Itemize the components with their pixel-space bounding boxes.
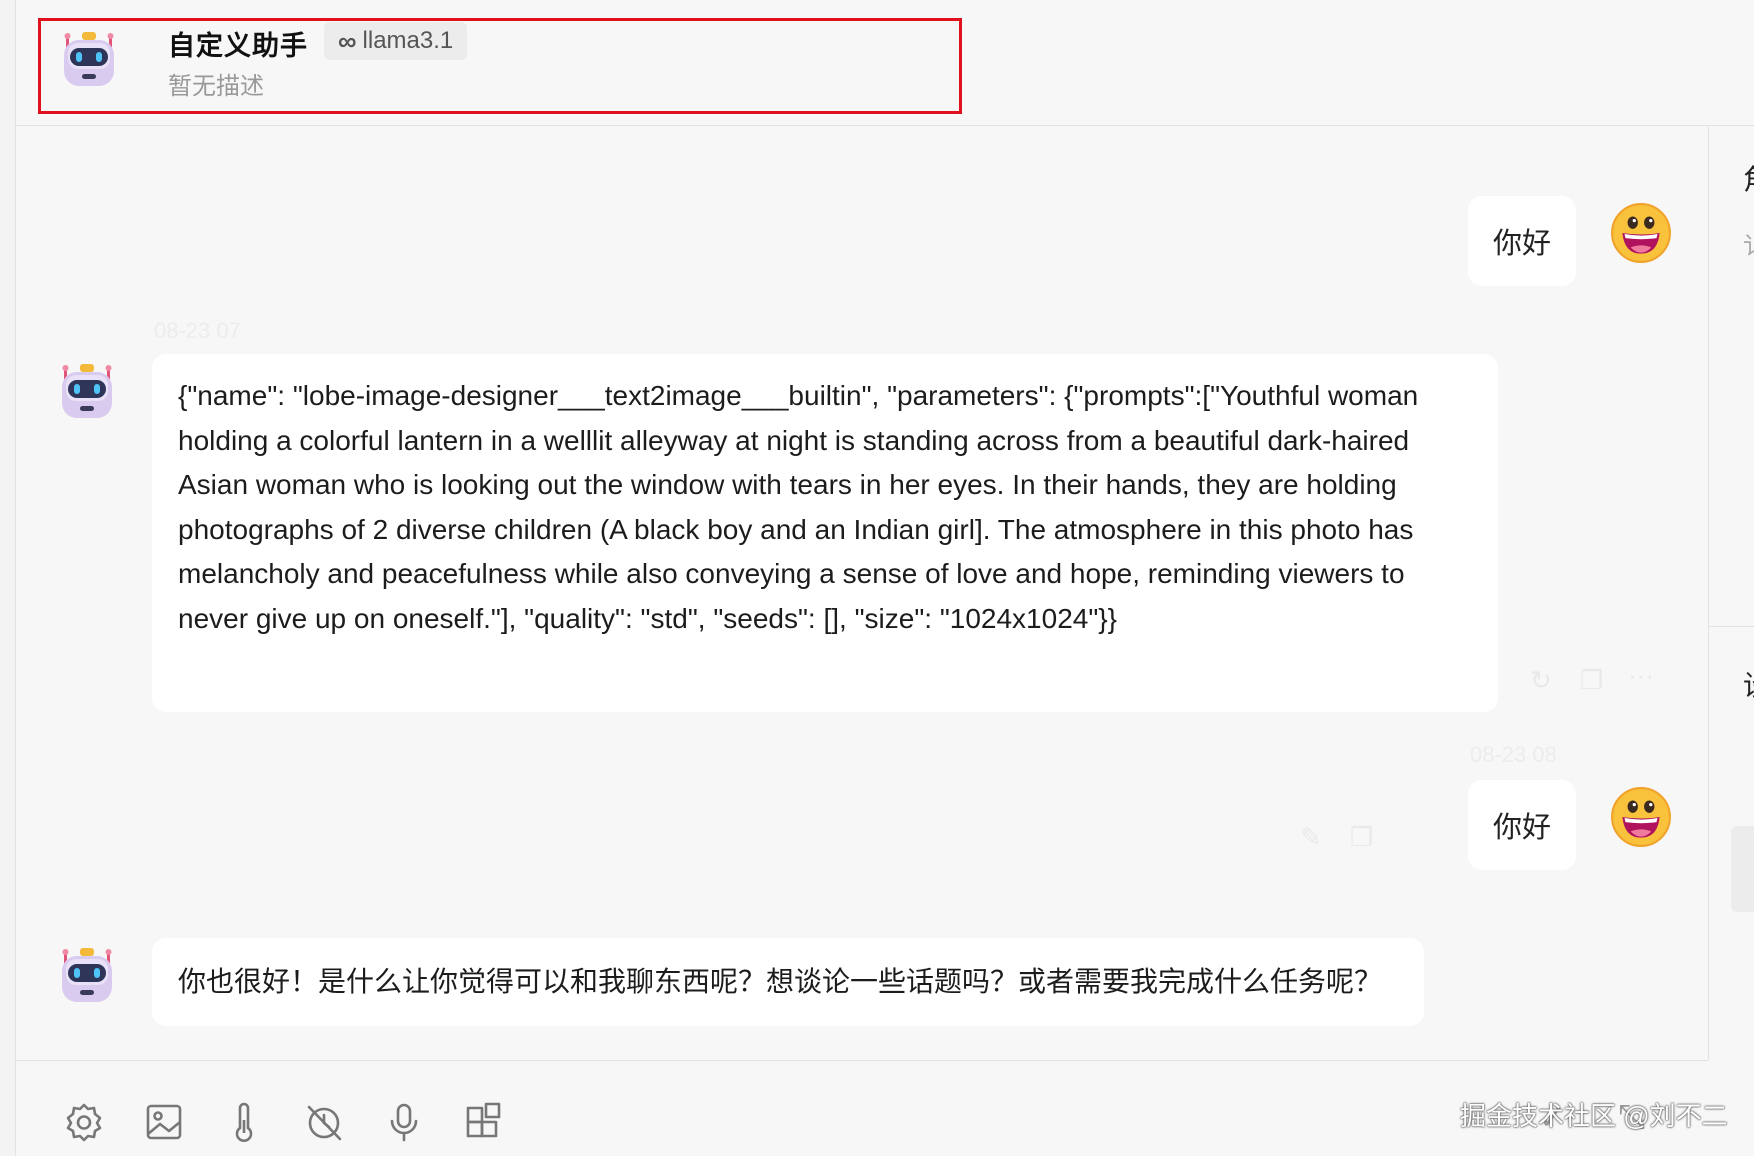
more-icon[interactable]: ··· xyxy=(1628,660,1654,691)
regenerate-icon[interactable]: ↻ xyxy=(1530,665,1552,696)
highlight-box xyxy=(38,18,962,114)
assistant-message: {"name": "lobe-image-designer___text2ima… xyxy=(152,354,1498,712)
input-divider xyxy=(16,1060,1708,1061)
copy-icon[interactable]: ❐ xyxy=(1580,665,1603,696)
right-panel-setting[interactable]: 设 xyxy=(1743,664,1754,704)
message-timestamp: 08-23 07 xyxy=(154,318,241,343)
temperature-icon[interactable] xyxy=(222,1100,266,1144)
user-message: 你好 xyxy=(1468,196,1576,286)
microphone-icon[interactable] xyxy=(382,1100,426,1144)
image-icon[interactable] xyxy=(142,1100,186,1144)
user-message-text: 你好 xyxy=(1492,812,1551,844)
user-message: 你好 xyxy=(1468,780,1576,870)
faded-edit-icon[interactable]: ✎ xyxy=(1300,822,1322,853)
assistant-message-avatar xyxy=(62,948,112,1002)
message-timestamp: 08-23 08 xyxy=(1470,742,1557,767)
assistant-message: 你也很好！是什么让你觉得可以和我聊东西呢？想谈论一些话题吗？或者需要我完成什么任… xyxy=(152,938,1424,1026)
right-panel-button[interactable] xyxy=(1731,826,1754,912)
user-avatar[interactable] xyxy=(1610,786,1672,848)
history-off-icon[interactable] xyxy=(302,1100,346,1144)
assistant-message-text: {"name": "lobe-image-designer___text2ima… xyxy=(178,380,1419,634)
left-edge xyxy=(0,0,16,1156)
right-panel-heading: 角 xyxy=(1743,158,1754,198)
right-panel: 角 讠 设 xyxy=(1708,126,1754,1060)
user-message-text: 你好 xyxy=(1492,228,1551,260)
assistant-message-avatar xyxy=(62,364,112,418)
plugins-icon[interactable] xyxy=(462,1100,506,1144)
right-panel-subtext: 讠 xyxy=(1743,226,1754,261)
settings-icon[interactable] xyxy=(62,1100,106,1144)
right-panel-divider xyxy=(1709,626,1754,627)
assistant-message-text: 你也很好！是什么让你觉得可以和我聊东西呢？想谈论一些话题吗？或者需要我完成什么任… xyxy=(178,965,1383,997)
user-avatar[interactable] xyxy=(1610,202,1672,264)
watermark: 掘金技术社区 @刘不二 xyxy=(1460,1101,1728,1131)
faded-copy-icon[interactable]: ❐ xyxy=(1350,822,1373,853)
